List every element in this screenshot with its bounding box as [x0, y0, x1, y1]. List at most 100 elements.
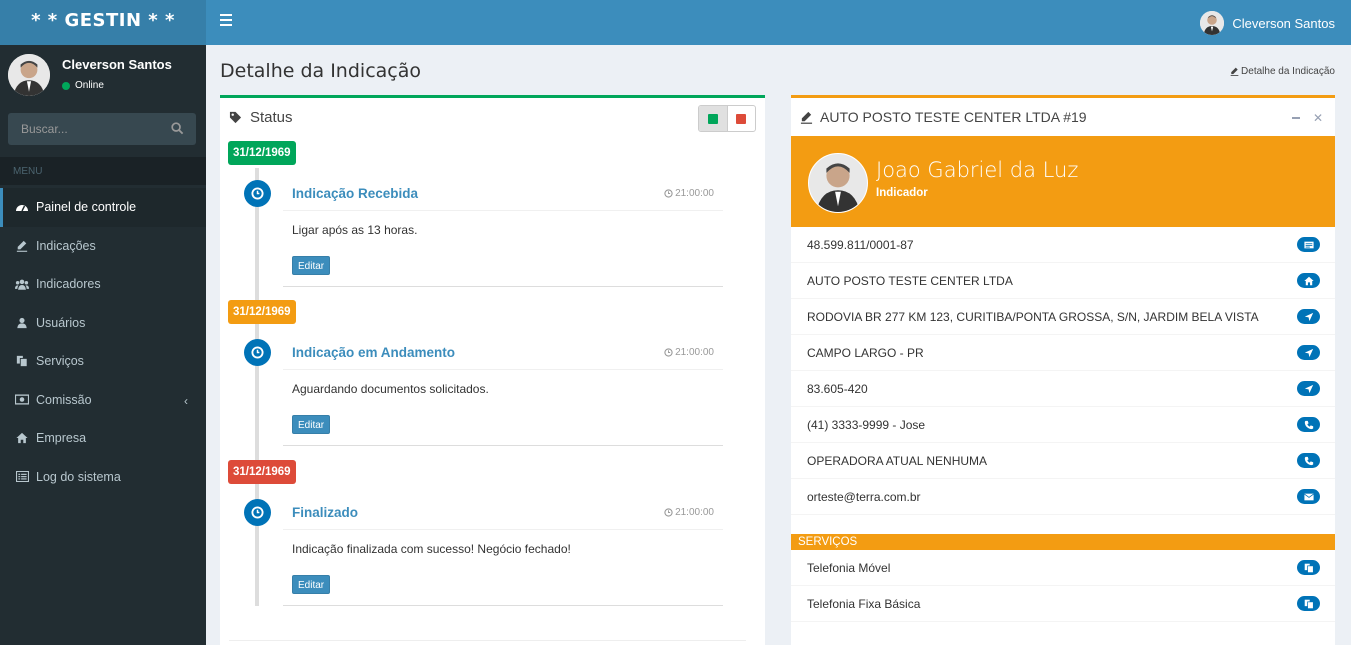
files-icon [15, 354, 29, 368]
pencil-icon [800, 111, 813, 124]
clock-icon [244, 339, 271, 366]
timeline-time: 21:00:00 [664, 507, 714, 518]
edit-button[interactable]: Editar [292, 575, 331, 594]
info-text: CAMPO LARGO - PR [807, 346, 924, 360]
box-footer-divider [229, 640, 746, 641]
pencil-icon [15, 239, 29, 253]
search-icon[interactable] [171, 122, 184, 135]
info-item-city: CAMPO LARGO - PR [791, 335, 1335, 371]
avatar [1200, 11, 1225, 35]
sidebar-item-painel[interactable]: Painel de controle [0, 188, 206, 227]
divider [283, 529, 723, 530]
status-box: Status 31/12/1969 Indicação Recebida 21:… [220, 95, 765, 645]
files-icon[interactable] [1297, 596, 1320, 611]
service-text: Telefonia Móvel [807, 561, 891, 575]
divider [283, 369, 723, 370]
sidebar-item-empresa[interactable]: Empresa [0, 419, 206, 458]
sidebar-item-label: Serviços [36, 354, 84, 369]
sidebar-item-label: Usuários [36, 315, 86, 330]
sidebar-item-indicacoes[interactable]: Indicações [0, 227, 206, 266]
timeline-body: Ligar após as 13 horas. [292, 223, 418, 237]
location-arrow-icon[interactable] [1297, 345, 1320, 360]
sidebar-item-usuarios[interactable]: Usuários [0, 304, 206, 343]
status-toggle[interactable] [698, 105, 756, 132]
page-title: Detalhe da Indicação [220, 60, 421, 82]
timeline-date-badge: 31/12/1969 [228, 300, 296, 324]
envelope-icon[interactable] [1297, 489, 1320, 504]
sidebar-item-log[interactable]: Log do sistema [0, 458, 206, 497]
info-list: 48.599.811/0001-87 AUTO POSTO TESTE CENT… [791, 227, 1335, 515]
files-icon[interactable] [1297, 560, 1320, 575]
services-list: Telefonia Móvel Telefonia Fixa Básica [791, 550, 1335, 622]
service-text: Telefonia Fixa Básica [807, 597, 921, 611]
user-menu[interactable]: Cleverson Santos [1200, 11, 1335, 35]
info-item-cep: 83.605-420 [791, 371, 1335, 407]
sidebar-item-comissao[interactable]: Comissão ‹ [0, 381, 206, 420]
app-logo[interactable]: * * GESTIN * * [0, 0, 206, 45]
minimize-icon[interactable] [1291, 117, 1300, 119]
search-input[interactable]: Buscar... [8, 113, 196, 145]
avatar [8, 54, 50, 96]
timeline-title: Indicação em Andamento [292, 345, 456, 360]
info-text: (41) 3333-9999 - Jose [807, 418, 926, 432]
clock-icon [664, 348, 673, 357]
edit-button[interactable]: Editar [292, 256, 331, 275]
info-item-address: RODOVIA BR 277 KM 123, CURITIBA/PONTA GR… [791, 299, 1335, 335]
info-item-phone: (41) 3333-9999 - Jose [791, 407, 1335, 443]
info-item-operator: OPERADORA ATUAL NENHUMA [791, 443, 1335, 479]
sidebar-item-servicos[interactable]: Serviços [0, 342, 206, 381]
detail-box-title: AUTO POSTO TESTE CENTER LTDA #19 [820, 109, 1087, 125]
sidebar-menu: Painel de controle Indicações Indicadore… [0, 188, 206, 496]
timeline-title: Finalizado [292, 505, 359, 520]
top-user-name: Cleverson Santos [1232, 15, 1335, 31]
location-arrow-icon[interactable] [1297, 381, 1320, 396]
sidebar-item-label: Log do sistema [36, 469, 121, 484]
divider [283, 210, 723, 211]
timeline-time: 21:00:00 [664, 347, 714, 358]
phone-icon[interactable] [1297, 417, 1320, 432]
online-dot-icon [62, 81, 70, 90]
timeline-item: Finalizado 21:00:00 Indicação finalizada… [283, 505, 723, 606]
timeline-item: Indicação em Andamento 21:00:00 Aguardan… [283, 345, 723, 446]
edit-button[interactable]: Editar [292, 415, 331, 434]
info-item-cnpj: 48.599.811/0001-87 [791, 227, 1335, 263]
close-icon[interactable]: ✕ [1313, 111, 1323, 125]
time-text: 21:00:00 [675, 188, 714, 199]
breadcrumb-item[interactable]: Detalhe da Indicação [1241, 66, 1335, 77]
time-text: 21:00:00 [675, 507, 714, 518]
sidebar-user-name: Cleverson Santos [62, 57, 172, 72]
red-square-icon [736, 113, 747, 124]
clock-icon [244, 499, 271, 526]
timeline-body: Aguardando documentos solicitados. [292, 382, 489, 396]
services-header: SERVIÇOS [791, 534, 1335, 550]
status-text: Online [75, 80, 104, 91]
timeline-item: Indicação Recebida 21:00:00 Ligar após a… [283, 186, 723, 287]
sidebar-item-label: Empresa [36, 431, 87, 446]
green-square-icon [707, 113, 718, 124]
phone-icon[interactable] [1297, 453, 1320, 468]
toggle-red-button[interactable] [728, 106, 756, 131]
sidebar-item-label: Comissão [36, 392, 92, 407]
breadcrumb[interactable]: Detalhe da Indicação [1230, 66, 1335, 77]
timeline-date-badge: 31/12/1969 [228, 460, 296, 484]
info-text: RODOVIA BR 277 KM 123, CURITIBA/PONTA GR… [807, 310, 1259, 324]
sidebar-item-indicadores[interactable]: Indicadores [0, 265, 206, 304]
timeline-body: Indicação finalizada com sucesso! Negóci… [292, 542, 571, 556]
location-arrow-icon[interactable] [1297, 309, 1320, 324]
home-icon[interactable] [1297, 273, 1320, 288]
toggle-green-button[interactable] [699, 106, 728, 131]
timeline-time: 21:00:00 [664, 188, 714, 199]
info-text: orteste@terra.com.br [807, 490, 921, 504]
service-item: Telefonia Móvel [791, 550, 1335, 586]
info-text: 83.605-420 [807, 382, 868, 396]
timeline-date-badge: 31/12/1969 [228, 141, 296, 165]
profile-name: Joao Gabriel da Luz [876, 158, 1079, 182]
user-icon [15, 316, 29, 330]
status-box-header: Status [229, 109, 293, 126]
id-card-icon[interactable] [1297, 237, 1320, 252]
sidebar-item-label: Indicadores [36, 277, 101, 292]
info-item-email: orteste@terra.com.br [791, 479, 1335, 515]
timeline-title: Indicação Recebida [292, 186, 419, 201]
avatar [808, 153, 868, 213]
menu-toggle-icon[interactable] [220, 14, 232, 26]
